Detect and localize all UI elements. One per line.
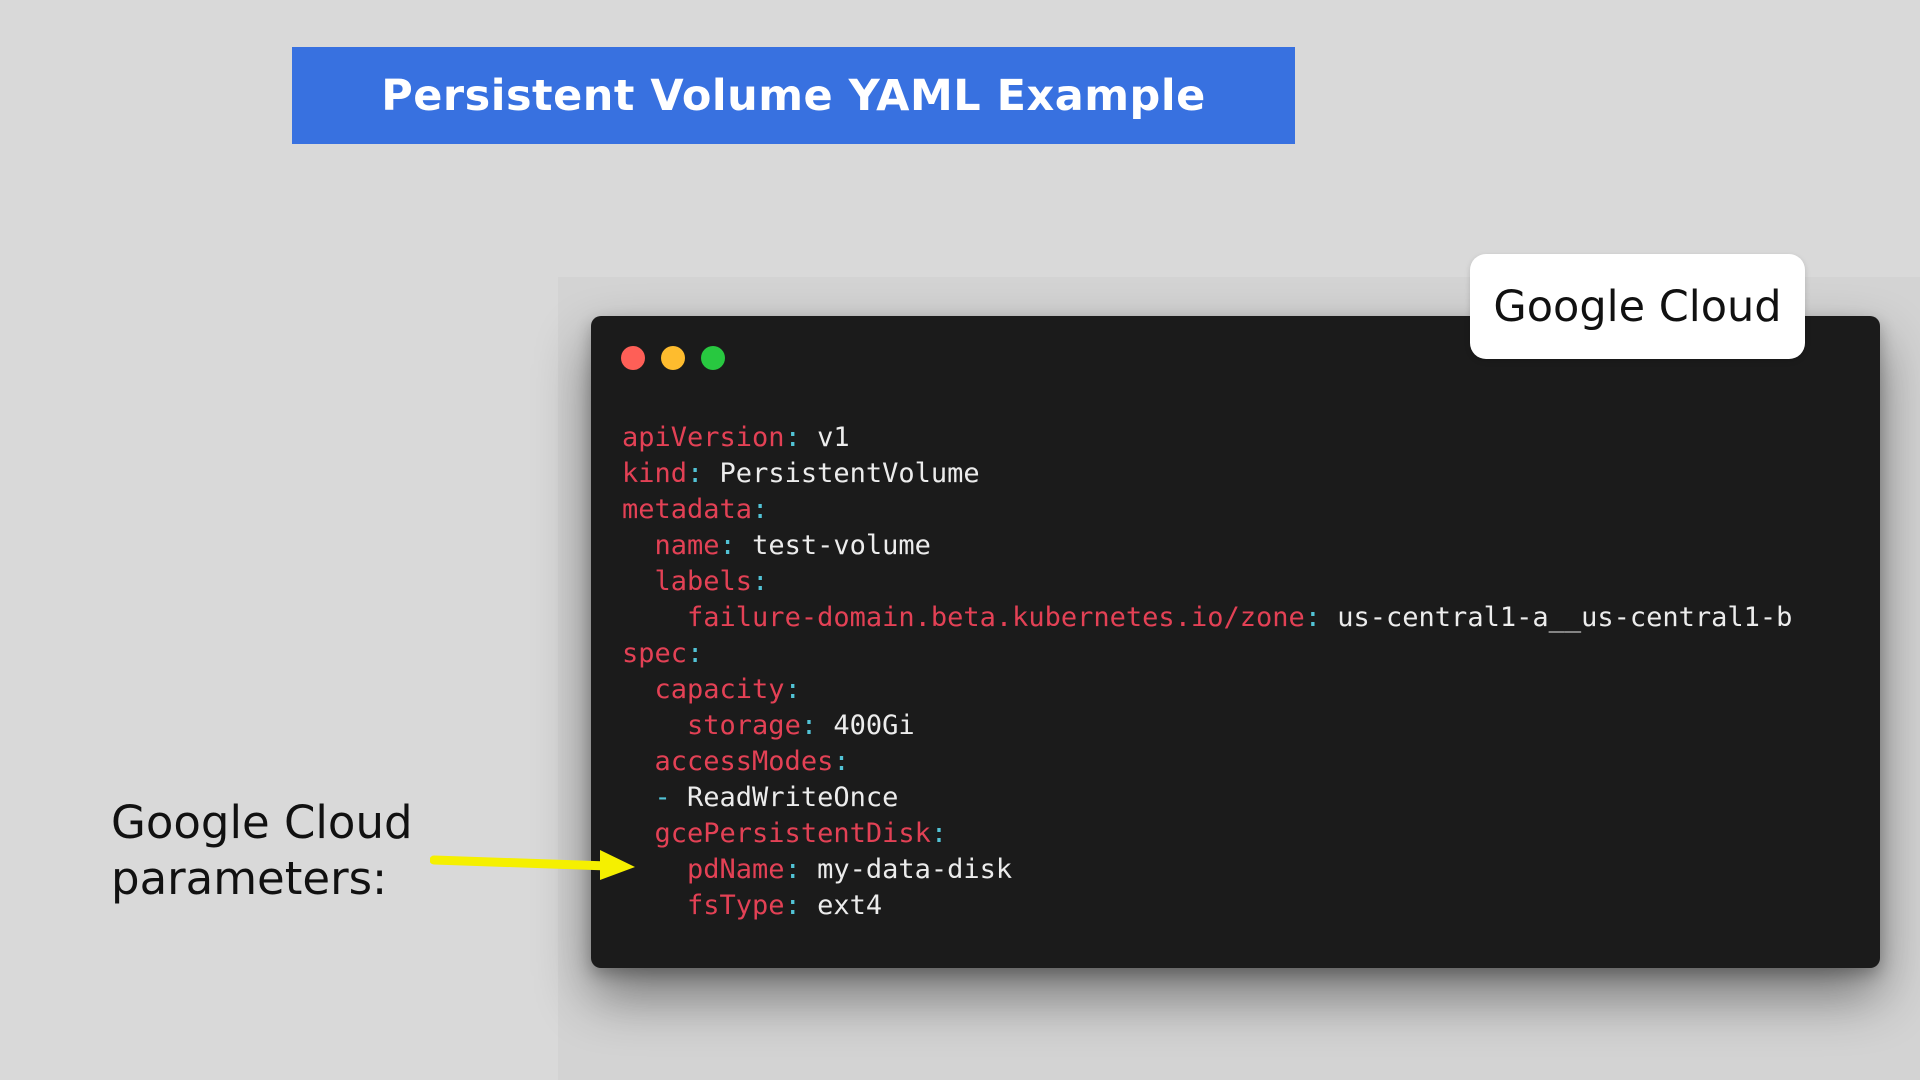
code-line: name: test-volume <box>622 528 1792 564</box>
yaml-punctuation: : <box>719 530 736 561</box>
yaml-value: ReadWriteOnce <box>670 782 899 813</box>
yaml-punctuation: : <box>752 566 769 597</box>
yaml-punctuation: : <box>687 458 704 489</box>
badge-label: Google Cloud <box>1493 281 1782 332</box>
google-cloud-badge: Google Cloud <box>1470 254 1805 359</box>
yaml-punctuation: : <box>784 854 801 885</box>
code-line: spec: <box>622 636 1792 672</box>
yaml-value: PersistentVolume <box>703 458 980 489</box>
yaml-code-block: apiVersion: v1 kind: PersistentVolume meta… <box>622 420 1792 924</box>
yaml-key: capacity <box>654 674 785 705</box>
minimize-dot-icon <box>661 346 685 370</box>
code-line: failure-domain.beta.kubernetes.io/zone: … <box>622 600 1792 636</box>
side-annotation: Google Cloud parameters: <box>111 795 413 907</box>
slide: Persistent Volume YAML Example apiVersio… <box>0 0 1920 1080</box>
slide-title: Persistent Volume YAML Example <box>381 70 1206 121</box>
yaml-key: failure-domain.beta.kubernetes.io/zone <box>687 602 1305 633</box>
yaml-key: pdName <box>687 854 785 885</box>
title-banner: Persistent Volume YAML Example <box>292 47 1295 144</box>
code-line: fsType: ext4 <box>622 888 1792 924</box>
code-line: capacity: <box>622 672 1792 708</box>
code-line: apiVersion: v1 <box>622 420 1792 456</box>
yaml-punctuation: : <box>1304 602 1322 633</box>
arrow-right-icon <box>430 850 635 880</box>
yaml-punctuation: : <box>930 818 948 849</box>
side-annotation-line-1: Google Cloud <box>111 796 413 849</box>
yaml-value: us-central1-a__us-central1-b <box>1321 602 1793 633</box>
code-line: metadata: <box>622 492 1792 528</box>
window-controls <box>621 346 725 370</box>
side-annotation-line-2: parameters: <box>111 852 388 905</box>
yaml-key: labels <box>654 566 753 597</box>
maximize-dot-icon <box>701 346 725 370</box>
yaml-punctuation: : <box>752 494 769 525</box>
code-line: gcePersistentDisk: <box>622 816 1792 852</box>
yaml-value: ext4 <box>800 890 883 921</box>
yaml-value: v1 <box>800 422 850 453</box>
yaml-key: accessModes <box>654 746 834 777</box>
yaml-key: storage <box>687 710 801 741</box>
yaml-key: apiVersion <box>622 422 785 453</box>
yaml-value: 400Gi <box>817 710 915 741</box>
yaml-punctuation: - <box>654 782 671 813</box>
code-line: labels: <box>622 564 1792 600</box>
yaml-key: gcePersistentDisk <box>654 818 931 849</box>
code-line: - ReadWriteOnce <box>622 780 1792 816</box>
yaml-punctuation: : <box>784 422 801 453</box>
yaml-key: metadata <box>622 494 753 525</box>
close-dot-icon <box>621 346 645 370</box>
yaml-key: spec <box>622 638 688 669</box>
code-line: pdName: my-data-disk <box>622 852 1792 888</box>
yaml-punctuation: : <box>784 674 801 705</box>
yaml-value: my-data-disk <box>800 854 1013 885</box>
yaml-value: test-volume <box>735 530 931 561</box>
yaml-key: name <box>654 530 720 561</box>
yaml-punctuation: : <box>784 890 801 921</box>
code-line: storage: 400Gi <box>622 708 1792 744</box>
yaml-key: fsType <box>687 890 785 921</box>
yaml-punctuation: : <box>800 710 818 741</box>
yaml-punctuation: : <box>833 746 850 777</box>
code-window: apiVersion: v1 kind: PersistentVolume meta… <box>591 316 1880 968</box>
code-line: accessModes: <box>622 744 1792 780</box>
yaml-punctuation: : <box>687 638 704 669</box>
code-line: kind: PersistentVolume <box>622 456 1792 492</box>
yaml-key: kind <box>622 458 688 489</box>
